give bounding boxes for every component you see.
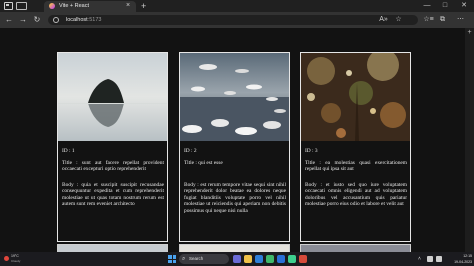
post-card-partial <box>300 244 411 252</box>
edge-sidebar <box>465 28 474 252</box>
new-tab-button[interactable]: + <box>141 0 146 12</box>
weather-widget[interactable]: 19°C Cloudy <box>4 254 24 264</box>
weather-icon <box>4 256 9 261</box>
post-card-partial <box>57 244 168 252</box>
card-id: ID : 1 <box>62 148 75 154</box>
window-icon[interactable] <box>4 2 13 10</box>
more-menu-icon[interactable]: ⋯ <box>455 14 466 26</box>
card-image-seagulls <box>180 53 289 141</box>
tray-overflow-icon[interactable]: ˄ <box>418 252 421 266</box>
card-title: Title : sunt aut facere repellat provide… <box>62 160 164 173</box>
post-card: ID : 1 Title : sunt aut facere repellat … <box>57 52 168 242</box>
back-button[interactable]: ← <box>3 13 15 27</box>
maximize-button[interactable]: □ <box>438 0 452 12</box>
favorite-star-icon[interactable]: ☆ <box>393 14 404 26</box>
tab-title: Vite + React <box>59 3 90 9</box>
taskbar-search[interactable]: ⌕ Search <box>179 254 229 264</box>
card-image-forest-bokeh <box>301 53 410 141</box>
vite-favicon-icon <box>49 3 55 9</box>
app-icon[interactable] <box>288 255 296 263</box>
address-toolbar: ← → ↻ localhost:5173 A» ☆ ☆≡ ⧉ ⋯ <box>0 12 474 28</box>
vscode-icon[interactable] <box>277 255 285 263</box>
collections-icon[interactable]: ⧉ <box>437 14 448 26</box>
favorites-icon[interactable]: ☆≡ <box>423 14 434 26</box>
title-bar: Vite + React × + — □ ✕ <box>0 0 474 12</box>
start-windows-icon[interactable] <box>168 255 176 263</box>
card-image-island <box>58 53 167 141</box>
card-title: Title : ea molestias quasi exercitatione… <box>305 160 407 173</box>
weather-desc: Cloudy <box>11 259 21 263</box>
teams-chat-icon[interactable] <box>233 255 241 263</box>
url-host: localhost <box>66 17 88 23</box>
card-body: Body : quia et suscipit suscipit recusan… <box>62 182 164 208</box>
card-title: Title : qui est esse <box>184 160 223 166</box>
card-body: Body : est rerum tempore vitae sequi sin… <box>184 182 286 214</box>
wifi-icon[interactable] <box>427 256 433 262</box>
workspaces-icon[interactable] <box>16 2 27 10</box>
file-explorer-icon[interactable] <box>244 255 252 263</box>
forward-button[interactable]: → <box>17 13 29 27</box>
search-label: Search <box>189 256 204 261</box>
close-window-button[interactable]: ✕ <box>457 0 471 12</box>
reload-button[interactable]: ↻ <box>31 13 43 27</box>
tab-vite-react[interactable]: Vite + React × <box>44 1 136 12</box>
tab-close-button[interactable]: × <box>126 1 130 11</box>
minimize-button[interactable]: — <box>420 0 434 12</box>
clock-date: 19-04-2023 <box>454 260 472 264</box>
speaker-icon[interactable] <box>436 256 442 262</box>
card-body: Body : et iusto sed quo iure voluptatem … <box>305 182 407 208</box>
url-port: :5173 <box>87 17 102 23</box>
card-id: ID : 3 <box>305 148 318 154</box>
post-card: ID : 3 Title : ea molestias quasi exerci… <box>300 52 411 242</box>
read-aloud-icon[interactable]: A» <box>378 14 389 26</box>
taskbar: 19°C Cloudy ⌕ Search ˄ 12:15 19-04-2023 <box>0 252 474 266</box>
post-card-partial <box>179 244 290 252</box>
address-bar[interactable]: localhost:5173 <box>48 15 418 25</box>
chrome-icon[interactable] <box>299 255 307 263</box>
site-info-icon[interactable] <box>53 17 59 23</box>
edge-browser-icon[interactable] <box>255 255 263 263</box>
page-content: ID : 1 Title : sunt aut facere repellat … <box>0 28 465 252</box>
clock[interactable]: 12:15 19-04-2023 <box>450 253 472 265</box>
search-icon: ⌕ <box>182 256 186 262</box>
whatsapp-icon[interactable] <box>266 255 274 263</box>
sidebar-add-icon[interactable]: + <box>466 29 473 36</box>
card-id: ID : 2 <box>184 148 197 154</box>
post-card: ID : 2 Title : qui est esse Body : est r… <box>179 52 290 242</box>
url-text[interactable]: localhost:5173 <box>66 15 101 25</box>
